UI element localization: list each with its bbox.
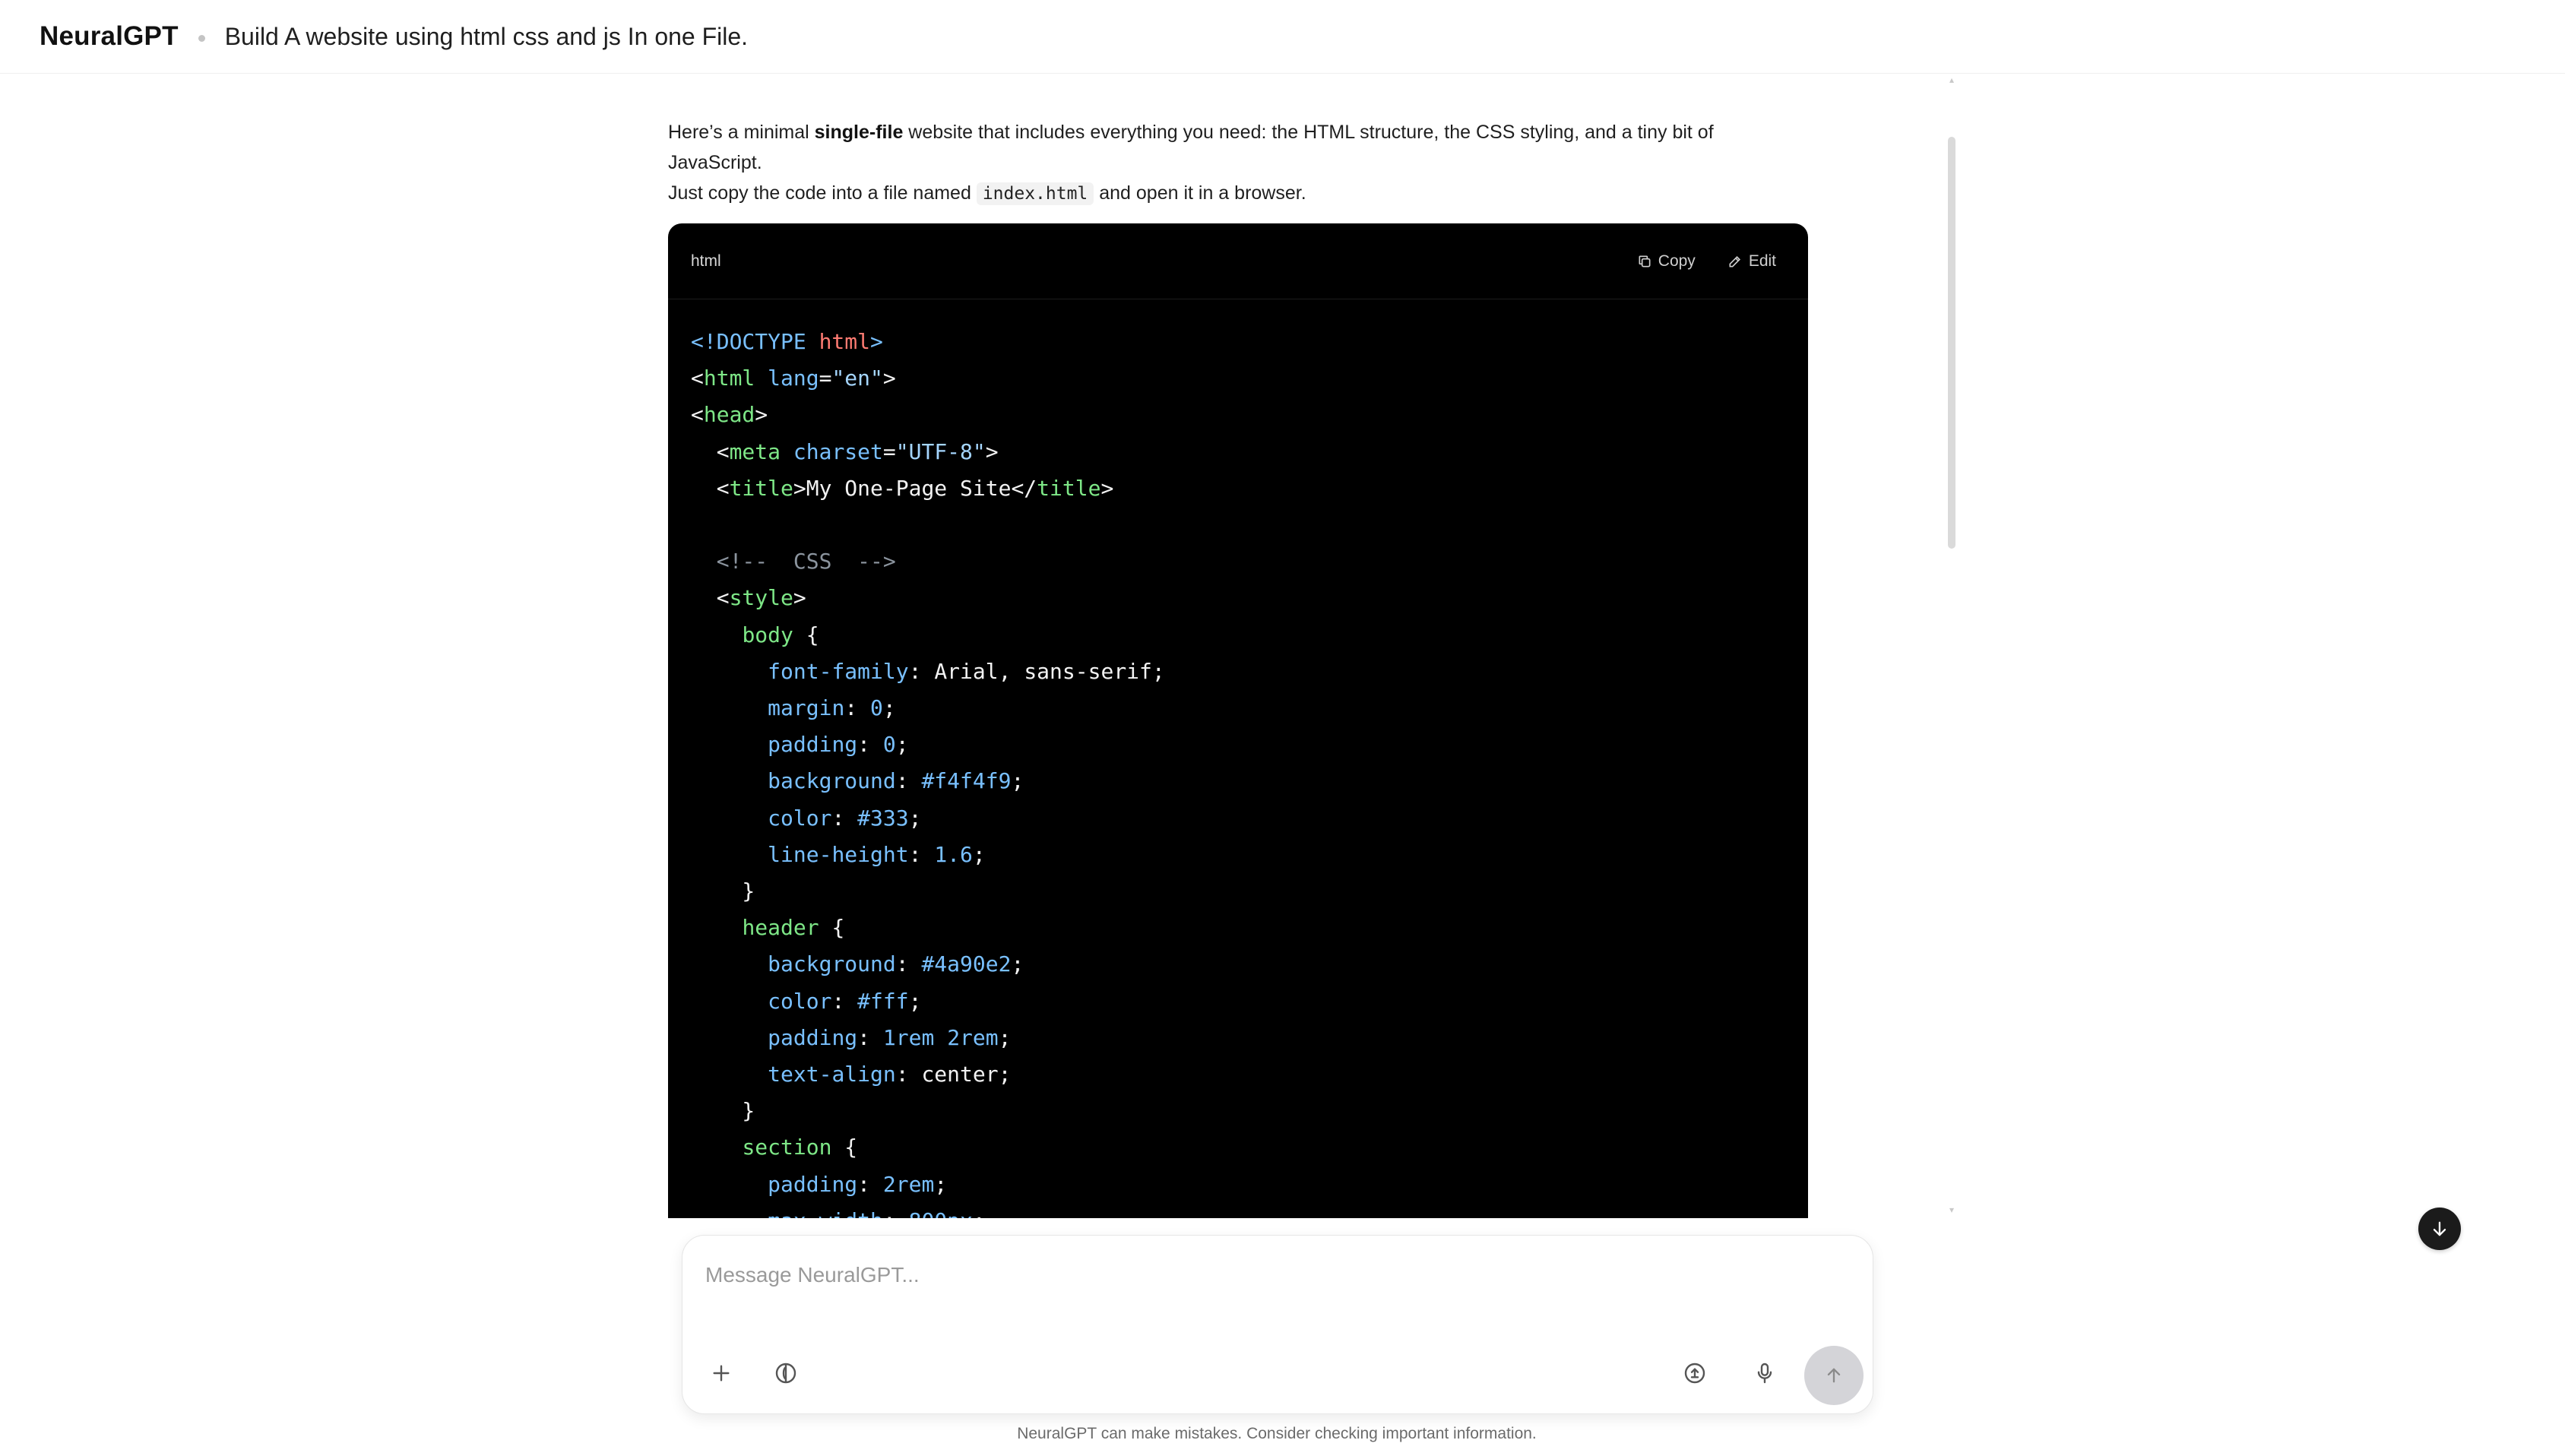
arrow-up-icon <box>1827 1368 1841 1383</box>
code-line: line-height: 1.6; <box>768 841 986 867</box>
message-input[interactable] <box>704 1252 1844 1298</box>
code-line: text-align: center; <box>768 1062 1012 1087</box>
code-line: <html lang="en"> <box>691 366 896 391</box>
inline-code: index.html <box>976 182 1094 205</box>
message-text: website that includes everything you nee… <box>903 122 1714 143</box>
edit-icon <box>1729 255 1740 267</box>
message-text: and open it in a browser. <box>1094 182 1306 204</box>
arrow-down-icon <box>2433 1221 2446 1236</box>
code-block: html Copy Edit <!DOCTYPE html> <html lang… <box>668 223 1808 1218</box>
code-line: background: #f4f4f9; <box>768 768 1024 794</box>
code-line: margin: 0; <box>768 695 896 721</box>
top-bar: NeuralGPT Build A website using html css… <box>0 0 2565 74</box>
message-composer <box>682 1235 1873 1414</box>
add-attachment-button[interactable] <box>701 1353 741 1393</box>
plus-icon <box>713 1365 730 1382</box>
copy-label: Copy <box>1658 252 1696 270</box>
scroll-up-arrow[interactable]: ▴ <box>1946 74 1957 85</box>
microphone-button[interactable] <box>1745 1353 1784 1393</box>
code-line: header { <box>742 915 845 941</box>
disclaimer-note: NeuralGPT can make mistakes. Consider ch… <box>1017 1425 1537 1442</box>
microphone-icon <box>1757 1363 1772 1384</box>
code-line: } <box>691 878 755 904</box>
assistant-message: Here’s a minimal single-file website tha… <box>668 117 1808 209</box>
message-text: Just copy the code into a file named <box>668 182 977 204</box>
code-line: padding: 0; <box>768 732 909 758</box>
code-line: <!DOCTYPE html> <box>691 329 883 354</box>
brand-logo[interactable]: NeuralGPT <box>40 21 179 52</box>
code-line: background: #4a90e2; <box>768 951 1024 977</box>
message-paragraph-1: Here’s a minimal single-file website tha… <box>668 117 1808 147</box>
scrollbar-thumb[interactable] <box>1948 137 1955 549</box>
code-language-label: html <box>691 252 721 270</box>
code-line: color: #fff; <box>768 988 922 1014</box>
code-line: <head> <box>691 402 768 428</box>
code-line: ​ <box>691 507 1785 543</box>
tools-button[interactable] <box>766 1353 806 1393</box>
separator-dot <box>198 34 205 42</box>
code-line: <title>My One-Page Site</title> <box>691 475 1114 501</box>
code-line: body { <box>742 622 819 647</box>
code-line: padding: 1rem 2rem; <box>768 1024 1012 1050</box>
chat-scroll-area[interactable]: Here’s a minimal single-file website tha… <box>0 74 2565 1218</box>
chat-title: Build A website using html css and js In… <box>224 22 749 50</box>
send-button[interactable] <box>1804 1346 1864 1405</box>
code-line: } <box>691 1098 755 1124</box>
code-content[interactable]: <!DOCTYPE html> <html lang="en"> <head> <m… <box>668 299 1808 1218</box>
code-actions: Copy Edit <box>1637 252 1776 271</box>
code-line: section { <box>742 1135 858 1160</box>
scroll-down-arrow[interactable]: ▾ <box>1946 1204 1957 1215</box>
code-line: max-width: 800px; <box>691 1203 1785 1218</box>
code-block-header: html Copy Edit <box>668 223 1808 299</box>
code-line: <style> <box>691 585 806 611</box>
edit-button[interactable]: Edit <box>1727 252 1776 271</box>
scroll-to-bottom-button[interactable] <box>2418 1208 2461 1250</box>
code-line: font-family: Arial, sans-serif; <box>768 658 1165 684</box>
code-line: <!-- CSS --> <box>691 549 896 574</box>
tools-icon <box>775 1363 796 1384</box>
message-paragraph-2: JavaScript. <box>668 152 762 173</box>
code-line: color: #333; <box>768 805 922 831</box>
message-text: Here’s a minimal <box>668 122 815 143</box>
upload-button[interactable] <box>1675 1353 1715 1393</box>
upload-icon <box>1684 1363 1705 1384</box>
message-bold: single-file <box>814 122 904 143</box>
copy-icon <box>1639 255 1651 267</box>
edit-label: Edit <box>1748 252 1776 270</box>
code-line: padding: 2rem; <box>768 1171 948 1197</box>
copy-button[interactable]: Copy <box>1637 252 1696 271</box>
message-paragraph-3: Just copy the code into a file named ind… <box>668 178 1808 209</box>
code-line: <meta charset="UTF-8"> <box>691 438 999 464</box>
